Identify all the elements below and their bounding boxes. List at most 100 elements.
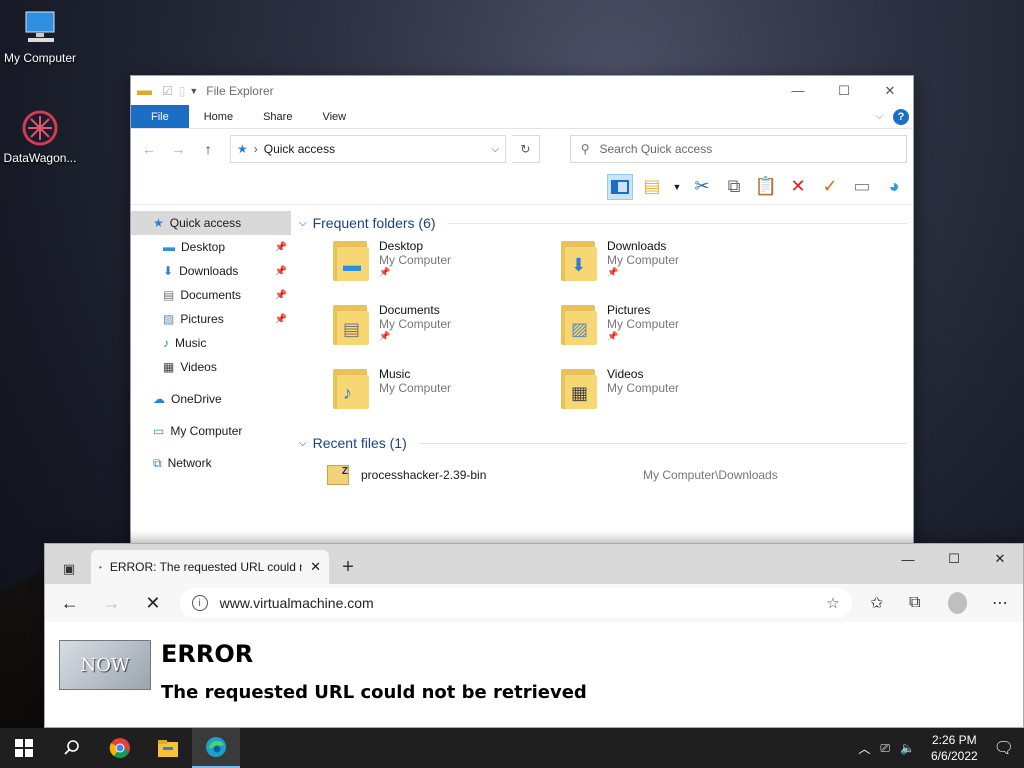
search-icon: ⚲ bbox=[580, 142, 590, 156]
nav-item-network[interactable]: ⧉ Network bbox=[131, 451, 291, 475]
tab-actions-icon[interactable]: ▣ bbox=[57, 554, 81, 584]
preview-pane-icon[interactable] bbox=[607, 173, 633, 200]
back-icon[interactable]: ← bbox=[55, 593, 85, 614]
up-icon[interactable]: ↑ bbox=[196, 141, 220, 157]
copy-icon[interactable]: ⧉ bbox=[721, 174, 747, 200]
tab-home[interactable]: Home bbox=[189, 105, 248, 128]
minimize-button[interactable]: — bbox=[775, 76, 821, 105]
close-tab-icon[interactable]: ✕ bbox=[310, 559, 321, 575]
folder-tile-downloads[interactable]: ⬇ Downloads My Computer 📌 bbox=[559, 239, 787, 303]
start-button[interactable] bbox=[0, 728, 48, 768]
more-options-icon[interactable]: ⋯ bbox=[987, 593, 1013, 613]
properties-icon[interactable]: ☑ bbox=[162, 84, 173, 98]
expand-ribbon-icon[interactable]: ⌵ bbox=[875, 111, 883, 122]
tab-share[interactable]: Share bbox=[248, 105, 307, 128]
monitor-icon: ▭ bbox=[153, 424, 165, 438]
logo-text: NOW bbox=[80, 654, 130, 676]
desktop-icon-datawagon[interactable]: DataWagon... bbox=[0, 108, 80, 165]
folder-tile-music[interactable]: ♪ Music My Computer bbox=[331, 367, 559, 431]
forward-icon[interactable]: → bbox=[167, 141, 191, 157]
page-content: NOW ERROR The requested URL could not be… bbox=[45, 622, 1023, 721]
nav-item-downloads[interactable]: ⬇ Downloads 📌 bbox=[131, 259, 291, 283]
shell-icon[interactable]: ◕ bbox=[881, 174, 907, 200]
folder-tile-videos[interactable]: ▦ Videos My Computer bbox=[559, 367, 787, 431]
browser-tab[interactable]: • ERROR: The requested URL could not be … bbox=[91, 550, 329, 584]
volume-icon[interactable]: 🔈 bbox=[900, 741, 915, 755]
date: 6/6/2022 bbox=[930, 749, 978, 763]
group-title: Recent files (1) bbox=[312, 435, 407, 451]
pin-icon: 📌 bbox=[274, 313, 287, 325]
nav-item-documents[interactable]: ▤ Documents 📌 bbox=[131, 283, 291, 307]
file-name: processhacker-2.39-bin bbox=[361, 468, 487, 482]
folder-tile-documents[interactable]: ▤ Documents My Computer 📌 bbox=[331, 303, 559, 367]
collections-icon[interactable]: ⧉ bbox=[902, 594, 928, 612]
tab-view[interactable]: View bbox=[307, 105, 361, 128]
nav-item-label: OneDrive bbox=[171, 392, 222, 406]
content-pane: ⌵ Frequent folders (6) ▬ Desktop My Comp… bbox=[291, 205, 913, 545]
profile-avatar[interactable] bbox=[947, 592, 967, 614]
new-folder-icon[interactable]: ▯ bbox=[179, 84, 186, 98]
nav-item-desktop[interactable]: ▬ Desktop 📌 bbox=[131, 235, 291, 259]
taskbar-edge[interactable] bbox=[192, 728, 240, 768]
view-dropdown-icon[interactable]: ▼ bbox=[671, 174, 683, 200]
network-icon: ⧉ bbox=[153, 455, 162, 470]
frequent-folders-header[interactable]: ⌵ Frequent folders (6) bbox=[299, 211, 907, 235]
search-button[interactable] bbox=[48, 728, 96, 768]
maximize-button[interactable]: ☐ bbox=[931, 544, 977, 574]
quick-toolbar-dropdown-icon[interactable]: ▼ bbox=[189, 86, 198, 96]
paste-icon[interactable]: 📋 bbox=[753, 174, 779, 200]
favorites-icon[interactable]: ✩ bbox=[864, 593, 890, 613]
address-dropdown-icon[interactable]: ⌵ bbox=[491, 144, 499, 155]
folder-tile-desktop[interactable]: ▬ Desktop My Computer 📌 bbox=[331, 239, 559, 303]
nav-item-videos[interactable]: ▦ Videos bbox=[131, 355, 291, 379]
pin-icon: 📌 bbox=[274, 265, 287, 277]
refresh-button[interactable]: ↻ bbox=[512, 135, 540, 163]
stop-loading-icon[interactable]: ✕ bbox=[138, 593, 168, 614]
nav-item-pictures[interactable]: ▨ Pictures 📌 bbox=[131, 307, 291, 331]
close-button[interactable]: ✕ bbox=[867, 76, 913, 105]
taskbar-chrome[interactable] bbox=[96, 728, 144, 768]
nav-item-onedrive[interactable]: ☁ OneDrive bbox=[131, 387, 291, 411]
search-icon bbox=[64, 740, 79, 755]
clock[interactable]: 2:26 PM 6/6/2022 bbox=[925, 732, 984, 764]
folder-name: Downloads bbox=[607, 239, 667, 253]
address-bar[interactable]: ★ › Quick access ⌵ bbox=[229, 135, 507, 163]
view-options-icon[interactable]: ▤ bbox=[639, 174, 665, 200]
nav-item-music[interactable]: ♪ Music bbox=[131, 331, 291, 355]
nav-item-quick-access[interactable]: ★ Quick access bbox=[131, 211, 291, 235]
show-hidden-icons-icon[interactable]: ︿ bbox=[858, 740, 870, 757]
folder-tile-pictures[interactable]: ▨ Pictures My Computer 📌 bbox=[559, 303, 787, 367]
notifications-icon[interactable]: 🗨 bbox=[994, 738, 1014, 758]
music-icon: ♪ bbox=[163, 336, 169, 350]
delete-icon[interactable]: ✕ bbox=[785, 174, 811, 200]
address-bar[interactable]: i www.virtualmachine.com ☆ bbox=[179, 588, 852, 618]
desktop-icon-my-computer[interactable]: My Computer bbox=[0, 8, 80, 65]
url-text[interactable]: www.virtualmachine.com bbox=[220, 595, 374, 611]
new-tab-button[interactable]: + bbox=[333, 550, 363, 584]
file-explorer-icon bbox=[158, 740, 178, 757]
help-icon[interactable]: ? bbox=[893, 108, 909, 125]
forward-icon[interactable]: → bbox=[97, 593, 127, 614]
network-icon[interactable]: ⎚ bbox=[880, 741, 890, 756]
taskbar-file-explorer[interactable] bbox=[144, 728, 192, 768]
rename-icon[interactable]: ▭ bbox=[849, 174, 875, 200]
chrome-icon bbox=[109, 738, 130, 758]
site-info-icon[interactable]: i bbox=[191, 595, 208, 611]
check-icon[interactable]: ✓ bbox=[817, 174, 843, 200]
cut-icon[interactable]: ✂ bbox=[689, 174, 715, 200]
breadcrumb[interactable]: Quick access bbox=[264, 142, 335, 156]
add-favorite-icon[interactable]: ☆ bbox=[826, 594, 839, 612]
recent-file-row[interactable]: Z processhacker-2.39-bin My Computer\Dow… bbox=[299, 461, 907, 489]
search-input[interactable]: ⚲ Search Quick access bbox=[569, 135, 908, 163]
back-icon[interactable]: ← bbox=[137, 141, 161, 157]
tab-file[interactable]: File bbox=[131, 105, 189, 128]
close-button[interactable]: ✕ bbox=[977, 544, 1023, 574]
nav-item-my-computer[interactable]: ▭ My Computer bbox=[131, 419, 291, 443]
recent-files-header[interactable]: ⌵ Recent files (1) bbox=[299, 431, 907, 455]
nav-item-label: Videos bbox=[180, 360, 217, 374]
folder-name: Music bbox=[379, 367, 411, 381]
maximize-button[interactable]: ☐ bbox=[821, 76, 867, 105]
nav-item-label: Music bbox=[175, 336, 207, 350]
music-folder-icon: ♪ bbox=[331, 367, 371, 411]
minimize-button[interactable]: — bbox=[885, 544, 931, 574]
